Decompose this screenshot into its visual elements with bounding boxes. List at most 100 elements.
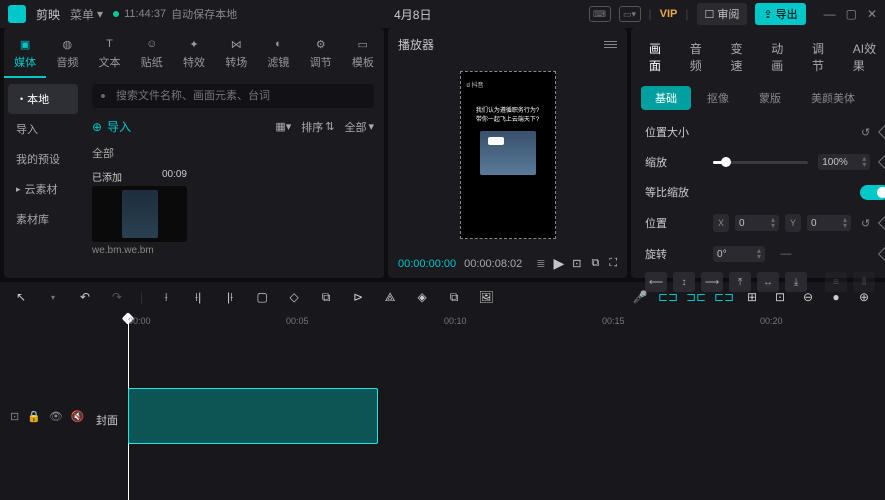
filter-all-button[interactable]: 全部 ▾ xyxy=(344,119,374,135)
track-mute-icon[interactable]: 🔇 xyxy=(71,410,85,423)
zoom-in-icon[interactable]: ⊕ xyxy=(855,290,873,304)
tab-adjust[interactable]: ⚙调节 xyxy=(300,34,342,78)
copy-button[interactable]: ⧉ xyxy=(317,290,335,305)
rtab-speed[interactable]: 变速 xyxy=(723,36,762,78)
subtab-basic[interactable]: 基础 xyxy=(641,86,691,110)
view-grid-button[interactable]: ▦▾ xyxy=(275,119,291,135)
shortcut-icon[interactable]: ⌨ xyxy=(589,6,611,22)
rotate-input[interactable]: 0°▴▾ xyxy=(713,246,765,262)
vip-badge[interactable]: VIP xyxy=(660,8,678,20)
export-button[interactable]: ⇪导出 xyxy=(755,3,805,25)
magnet-right-icon[interactable]: ⊏⊐ xyxy=(715,290,733,304)
menu-button[interactable]: 菜单 ▾ xyxy=(70,6,103,23)
tab-media[interactable]: ▣媒体 xyxy=(4,34,46,78)
rtab-picture[interactable]: 画面 xyxy=(641,36,680,78)
keyframe-icon[interactable] xyxy=(878,125,885,139)
keyframe-icon[interactable] xyxy=(878,155,885,169)
mirror-button[interactable]: ⟁ xyxy=(381,290,399,305)
player-menu-icon[interactable] xyxy=(604,41,617,48)
align-center-v-button[interactable]: ↔ xyxy=(757,272,779,292)
crop-button[interactable]: ⧉ xyxy=(445,290,463,305)
fullscreen-icon[interactable]: ⛶ xyxy=(609,257,617,270)
x-input[interactable]: 0▴▾ xyxy=(735,215,779,231)
close-icon[interactable]: ✕ xyxy=(867,7,877,21)
ratio-toggle[interactable] xyxy=(860,185,885,200)
tab-filter[interactable]: ◐滤镜 xyxy=(257,34,299,78)
preview-area[interactable]: d 抖音 我们认为遵循职务行为?带你一起飞上云端天下? xyxy=(388,61,627,249)
rtab-animation[interactable]: 动画 xyxy=(763,36,802,78)
play-button[interactable]: ▶ xyxy=(553,255,564,272)
maximize-icon[interactable]: ▢ xyxy=(846,7,857,21)
timeline-clip[interactable] xyxy=(128,388,378,444)
zoom-out-icon[interactable]: ⊖ xyxy=(799,290,817,304)
sidebar-item-library[interactable]: 素材库 xyxy=(4,204,82,234)
track-visible-icon[interactable]: 👁 xyxy=(49,410,63,423)
import-button[interactable]: ⊕导入 xyxy=(92,118,131,135)
magnet-left-icon[interactable]: ⊏⊐ xyxy=(659,290,677,304)
undo-button[interactable]: ↶ xyxy=(76,290,94,304)
rtab-adjust[interactable]: 调节 xyxy=(804,36,843,78)
layout-icon[interactable]: ▭▾ xyxy=(619,6,641,22)
tab-sticker[interactable]: ☺贴纸 xyxy=(131,34,173,78)
tab-effect[interactable]: ✦特效 xyxy=(173,34,215,78)
list-icon[interactable]: ≣ xyxy=(536,257,545,270)
zoom-slider[interactable]: ● xyxy=(827,290,845,304)
tab-transition[interactable]: ⋈转场 xyxy=(215,34,257,78)
track-lock-icon[interactable]: 🔒 xyxy=(27,410,41,423)
link-icon[interactable]: ⊞ xyxy=(743,290,761,304)
keyframe-icon[interactable] xyxy=(878,247,885,261)
sidebar-item-presets[interactable]: 我的预设 xyxy=(4,144,82,174)
sidebar-item-import[interactable]: 导入 xyxy=(4,114,82,144)
sort-button[interactable]: 排序 ⇅ xyxy=(301,119,334,135)
cover-label[interactable]: 封面 xyxy=(96,412,118,428)
clip-duration: 00:09 xyxy=(162,169,187,184)
align-bottom-button[interactable]: ⤓ xyxy=(785,272,807,292)
sidebar-item-local[interactable]: •本地 xyxy=(8,84,78,114)
distribute-v-button[interactable]: ⦀ xyxy=(853,272,875,292)
search-input[interactable] xyxy=(92,84,374,108)
distribute-h-button[interactable]: ≡ xyxy=(825,272,847,292)
rtab-audio[interactable]: 音频 xyxy=(682,36,721,78)
review-button[interactable]: ☐审阅 xyxy=(697,3,748,25)
mask-button[interactable]: ◇ xyxy=(285,290,303,304)
reset-icon[interactable]: ↺ xyxy=(861,217,870,230)
trim-left-button[interactable]: ⟊| xyxy=(189,290,207,305)
sidebar-item-cloud[interactable]: ▸云素材 xyxy=(4,174,82,204)
align-right-button[interactable]: ⟶ xyxy=(701,272,723,292)
trim-right-button[interactable]: |⟊ xyxy=(221,290,239,305)
align-center-h-button[interactable]: ↕ xyxy=(673,272,695,292)
rtab-aieffect[interactable]: AI效果 xyxy=(845,36,885,78)
rotate-tool[interactable]: ◈ xyxy=(413,290,431,304)
timeline[interactable]: 00:00 00:05 00:10 00:15 00:20 ⊡ 🔒 👁 🔇 封面 xyxy=(0,312,885,500)
track-main-icon[interactable]: ⊡ xyxy=(10,410,19,423)
redo-button[interactable]: ↷ xyxy=(108,290,126,304)
media-clip[interactable]: 已添加00:09 we.bm.we.bm xyxy=(92,169,187,256)
safe-zone-icon[interactable]: ⊡ xyxy=(572,257,581,270)
delete-button[interactable]: ▢ xyxy=(253,290,271,304)
tab-text[interactable]: T文本 xyxy=(88,34,130,78)
y-input[interactable]: 0▴▾ xyxy=(807,215,851,231)
reset-icon[interactable]: ↺ xyxy=(861,126,870,139)
magnet-center-icon[interactable]: ⊐⊏ xyxy=(687,290,705,304)
scale-value[interactable]: 100%▴▾ xyxy=(818,154,870,170)
split-button[interactable]: ⟊ xyxy=(157,290,175,305)
subtab-mask[interactable]: 蒙版 xyxy=(745,86,795,110)
tab-audio[interactable]: ◍音频 xyxy=(46,34,88,78)
play-tool[interactable]: ⊳ xyxy=(349,290,367,304)
select-dropdown-icon[interactable]: ▾ xyxy=(44,293,62,302)
select-tool[interactable]: ↖ xyxy=(12,290,30,304)
minimize-icon[interactable]: — xyxy=(824,7,836,21)
image-button[interactable]: 🖼 xyxy=(477,290,495,304)
keyframe-icon[interactable] xyxy=(878,216,885,230)
preview-icon[interactable]: ⊡ xyxy=(771,290,789,304)
subtab-beauty[interactable]: 美颜美体 xyxy=(797,86,869,110)
rotate-reset-icon[interactable]: — xyxy=(775,248,797,260)
mic-icon[interactable]: 🎤 xyxy=(631,290,649,304)
align-top-button[interactable]: ⤒ xyxy=(729,272,751,292)
ruler[interactable]: 00:00 00:05 00:10 00:15 00:20 xyxy=(0,312,885,334)
align-left-button[interactable]: ⟵ xyxy=(645,272,667,292)
tab-template[interactable]: ▭模板 xyxy=(342,34,384,78)
subtab-cutout[interactable]: 抠像 xyxy=(693,86,743,110)
ratio-icon[interactable]: ⧉ xyxy=(591,257,599,270)
scale-slider[interactable] xyxy=(713,161,808,164)
